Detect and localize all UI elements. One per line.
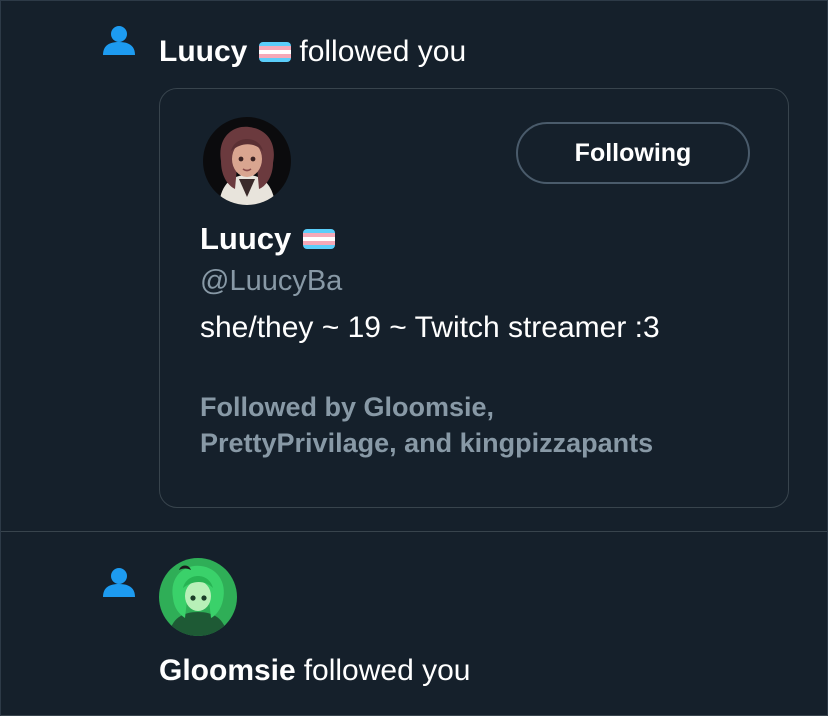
- followed-by-text[interactable]: Followed by Gloomsie, PrettyPrivilage, a…: [200, 389, 760, 461]
- follower-name[interactable]: Gloomsie: [159, 653, 296, 689]
- card-handle[interactable]: @LuucyBa: [200, 263, 342, 299]
- avatar-image: [159, 558, 237, 636]
- notification-action-text: followed you: [303, 654, 471, 687]
- avatar[interactable]: [159, 558, 237, 636]
- notification-action-text: followed you: [299, 35, 467, 68]
- avatar[interactable]: [203, 117, 291, 205]
- card-display-name-text: Luucy: [200, 221, 292, 256]
- notifications-timeline: Luucy followed you Following Luucy @Luuc…: [0, 0, 828, 716]
- followed-by-line-2: PrettyPrivilage, and kingpizzapants: [200, 428, 654, 458]
- follow-notification[interactable]: Luucy followed you Following Luucy @Luuc…: [1, 1, 827, 531]
- notification-headline: Gloomsie followed you: [159, 653, 470, 689]
- transgender-flag-emoji: [259, 42, 292, 62]
- user-card[interactable]: Following Luucy @LuucyBa she/they ~ 19 ~…: [159, 88, 789, 508]
- avatar-image: [203, 117, 291, 205]
- person-icon: [103, 26, 135, 55]
- follower-name[interactable]: Luucy: [159, 34, 247, 70]
- follow-notification[interactable]: Gloomsie followed you: [1, 532, 827, 716]
- notification-headline: Luucy followed you: [159, 34, 466, 70]
- following-button[interactable]: Following: [516, 122, 750, 184]
- card-bio: she/they ~ 19 ~ Twitch streamer :3: [200, 311, 660, 344]
- followed-by-line-1: Followed by Gloomsie,: [200, 392, 495, 422]
- person-icon: [103, 568, 135, 597]
- transgender-flag-emoji: [303, 229, 336, 249]
- card-display-name[interactable]: Luucy: [200, 219, 336, 259]
